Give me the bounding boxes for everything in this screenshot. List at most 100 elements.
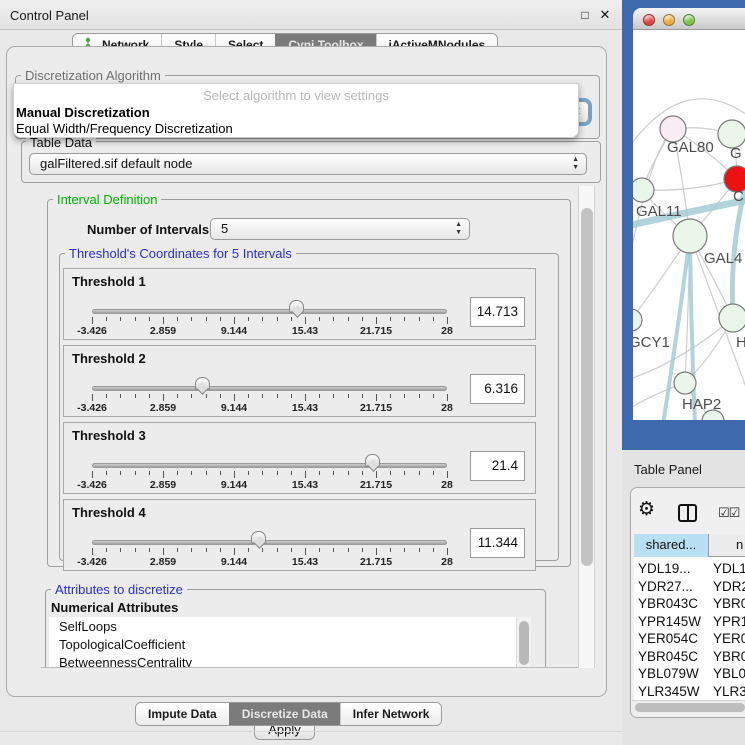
network-node-hap2[interactable] [674,372,696,394]
minor-tick [419,471,420,475]
major-tick [305,394,306,401]
table-row[interactable]: YDR27...YDR2 [634,578,745,596]
divider [0,731,622,732]
network-node-g[interactable] [718,120,745,148]
thresholds-group-title: Threshold's Coordinates for 5 Intervals [65,246,296,261]
major-tick [447,317,448,324]
slider-track[interactable] [92,463,447,468]
node-attribute-table[interactable]: shared...n YDL19...YDL1YDR27...YDR2YBR043… [634,534,745,700]
minor-tick [177,317,178,321]
slider-thumb[interactable] [365,454,380,467]
list-item[interactable]: TopologicalCoefficient [49,635,516,653]
checkboxes-icon[interactable]: ☑☑ [718,505,739,521]
table-row[interactable]: YBR043CYBR0 [634,595,745,613]
major-tick [234,394,235,401]
tick-label: -3.426 [67,402,117,414]
table-panel-body: ⚙ ☑☑ shared...nYDL19...YDL1YDR27...YDR2Y… [630,487,745,718]
tick-label: 28 [422,479,472,491]
slider-track[interactable] [92,540,447,545]
table-row[interactable]: YLR345WYLR3 [634,683,745,701]
table-row[interactable]: YBL079WYBL0 [634,665,745,683]
minimize-traffic-light-icon[interactable] [663,14,675,26]
minor-tick [248,317,249,321]
network-node-gal11[interactable] [633,178,654,202]
minor-tick [149,471,150,475]
table-row[interactable]: YDL19...YDL1 [634,560,745,578]
tab-discretize-data[interactable]: Discretize Data [229,703,340,725]
network-canvas[interactable]: GAL80GCGAL11GAL4GCY1HHAP2 [633,30,745,420]
threshold-row: Threshold 4-3.4262.8599.14415.4321.71528… [63,499,536,571]
dropdown-item[interactable]: Equal Width/Frequency Discretization [16,121,233,136]
minor-tick [333,471,334,475]
gear-icon[interactable]: ⚙ [638,498,655,521]
close-icon[interactable]: ✕ [597,7,613,23]
interval-definition-title: Interval Definition [53,192,161,207]
column-header-shared-name[interactable]: shared... [634,534,709,557]
minor-tick [390,394,391,398]
slider-track[interactable] [92,309,447,314]
threshold-value-field[interactable]: 21.4 [470,451,525,481]
table-panel-toolbar: ⚙ ☑☑ [631,488,745,532]
zoom-traffic-light-icon[interactable] [683,14,695,26]
dropdown-item[interactable]: Manual Discretization [16,105,150,120]
cyni-toolbox-pane: Discretization Algorithm ▲▼ Select algor… [6,46,607,697]
minor-tick [433,548,434,552]
minor-tick [120,394,121,398]
table-row[interactable]: YPR145WYPR1 [634,613,745,631]
minor-tick [135,471,136,475]
slider-track[interactable] [92,386,447,391]
tab-infer-network[interactable]: Infer Network [340,703,442,725]
threshold-value-field[interactable]: 14.713 [470,297,525,327]
scrollbar-thumb[interactable] [519,621,529,665]
threshold-value-field[interactable]: 6.316 [470,374,525,404]
settings-scrollbar[interactable] [578,186,595,668]
slider-thumb[interactable] [289,300,304,313]
numerical-attributes-list[interactable]: SelfLoopsTopologicalCoefficientBetweenne… [49,617,516,668]
tab-impute-data[interactable]: Impute Data [136,703,229,725]
network-edge[interactable] [642,179,737,190]
minor-tick [191,471,192,475]
minor-tick [291,317,292,321]
table-row[interactable]: YER054CYER0 [634,630,745,648]
network-node-h[interactable] [719,304,745,332]
scrollbar-thumb[interactable] [581,208,593,566]
node-label: G [730,145,742,162]
tick-label: 9.144 [209,325,259,337]
node-label: GAL80 [667,139,714,156]
slider-thumb[interactable] [195,377,210,390]
network-window-titlebar[interactable] [633,8,745,30]
dropdown-hint: Select algorithm to view settings [14,88,578,103]
table-data-combobox[interactable]: galFiltered.sif default node ▲▼ [29,153,587,175]
network-node-gcy1[interactable] [633,309,642,331]
control-panel-titlebar: Control Panel □ ✕ [0,0,622,30]
tick-label: 15.43 [280,479,330,491]
minor-tick [348,394,349,398]
minor-tick [333,548,334,552]
table-hscrollbar[interactable] [632,700,745,713]
minor-tick [191,317,192,321]
table-row[interactable]: YBR045CYBR0 [634,648,745,666]
threshold-value-field[interactable]: 11.344 [470,528,525,558]
network-window: GAL80GCGAL11GAL4GCY1HHAP2 [622,0,745,450]
minor-tick [220,317,221,321]
scrollbar-thumb[interactable] [635,703,745,712]
tick-label: 15.43 [280,325,330,337]
list-item[interactable]: SelfLoops [49,617,516,635]
slider-thumb[interactable] [251,531,266,544]
float-window-icon[interactable]: □ [577,7,593,23]
minor-tick [262,317,263,321]
cell-name: YDL1 [713,560,745,577]
network-node-gal4[interactable] [673,219,707,253]
num-intervals-label: Number of Intervals [87,222,209,237]
major-tick [447,548,448,555]
minor-tick [106,548,107,552]
num-intervals-combobox[interactable]: 5 ▲▼ [210,218,470,240]
attributes-list-scrollbar[interactable] [516,617,531,668]
algorithm-dropdown-popup: Select algorithm to view settings Manual… [13,83,579,138]
close-traffic-light-icon[interactable] [643,14,655,26]
list-item[interactable]: BetweennessCentrality [49,653,516,668]
settings-viewport: Interval Definition Number of Intervals … [41,186,578,668]
minor-tick [362,471,363,475]
column-header-name[interactable]: n [710,534,745,557]
columns-icon[interactable] [678,504,697,522]
